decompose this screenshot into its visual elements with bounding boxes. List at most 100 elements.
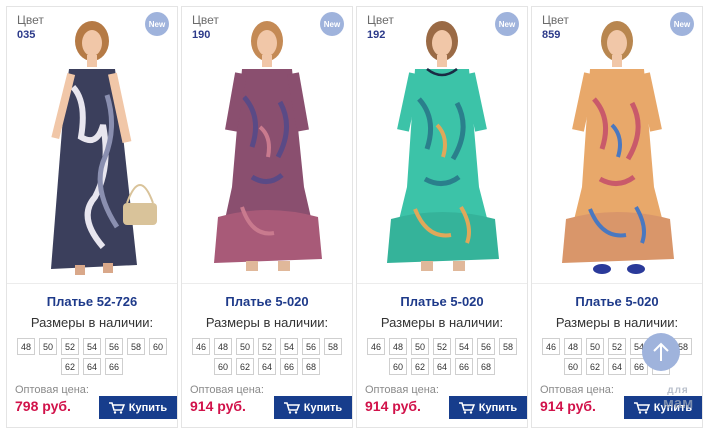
size-option[interactable]: 48	[564, 338, 582, 355]
size-option[interactable]: 52	[608, 338, 626, 355]
divider	[532, 283, 702, 284]
product-photo[interactable]	[357, 7, 527, 283]
color-label: Цвет	[367, 13, 394, 27]
cart-icon	[283, 401, 300, 414]
product-title[interactable]: Платье 52-726	[7, 294, 177, 309]
size-option[interactable]: 62	[586, 358, 604, 375]
size-option[interactable]: 64	[83, 358, 101, 375]
buy-button-label: Купить	[128, 401, 168, 414]
size-option[interactable]: 50	[411, 338, 429, 355]
new-badge: New	[495, 12, 519, 36]
price: 798 руб.	[15, 398, 71, 414]
price-label: Оптовая цена:	[15, 384, 89, 396]
size-list: 48 50 52 54 56 58 60 62 64 66	[9, 338, 175, 375]
arrow-up-icon	[653, 342, 669, 361]
price-label: Оптовая цена:	[540, 384, 614, 396]
price: 914 руб.	[190, 398, 246, 414]
product-grid: Цвет 035 New Платье 52-726 Размеры в нал…	[6, 6, 704, 428]
size-option[interactable]: 60	[564, 358, 582, 375]
size-option[interactable]: 52	[61, 338, 79, 355]
buy-button[interactable]: Купить	[449, 396, 527, 419]
size-option[interactable]: 58	[127, 338, 145, 355]
size-option[interactable]: 50	[39, 338, 57, 355]
color-label: Цвет	[192, 13, 219, 27]
new-badge: New	[320, 12, 344, 36]
product-card[interactable]: Цвет 859 New Платье 5-020 Размеры в нали…	[531, 6, 703, 428]
product-title[interactable]: Платье 5-020	[182, 294, 352, 309]
size-option[interactable]: 66	[455, 358, 473, 375]
color-code: 192	[367, 29, 386, 41]
size-option[interactable]: 54	[83, 338, 101, 355]
size-option[interactable]: 64	[608, 358, 626, 375]
sizes-label: Размеры в наличии:	[205, 315, 329, 330]
product-title[interactable]: Платье 5-020	[357, 294, 527, 309]
product-title[interactable]: Платье 5-020	[532, 294, 702, 309]
size-option[interactable]: 54	[455, 338, 473, 355]
size-option[interactable]: 50	[236, 338, 254, 355]
size-option[interactable]: 68	[477, 358, 495, 375]
cart-icon	[108, 401, 125, 414]
product-photo[interactable]	[182, 7, 352, 283]
sizes-label: Размеры в наличии:	[555, 315, 679, 330]
dress-model-image	[51, 21, 157, 275]
sizes-label: Размеры в наличии:	[30, 315, 154, 330]
size-list: 46 48 50 52 54 56 58 60 62 64 66 68	[359, 338, 525, 375]
size-option[interactable]: 50	[586, 338, 604, 355]
size-option[interactable]: 66	[105, 358, 123, 375]
divider	[357, 283, 527, 284]
price-label: Оптовая цена:	[190, 384, 264, 396]
size-option[interactable]: 48	[214, 338, 232, 355]
cart-icon	[458, 401, 475, 414]
size-option[interactable]: 62	[61, 358, 79, 375]
watermark-logo: для мам	[646, 384, 710, 411]
size-option[interactable]: 48	[17, 338, 35, 355]
buy-button[interactable]: Купить	[99, 396, 177, 419]
color-code: 035	[17, 29, 36, 41]
product-card[interactable]: Цвет 035 New Платье 52-726 Размеры в нал…	[6, 6, 178, 428]
color-label: Цвет	[17, 13, 44, 27]
dress-model-image	[214, 21, 322, 271]
size-option[interactable]: 68	[302, 358, 320, 375]
color-label: Цвет	[542, 13, 569, 27]
product-photo[interactable]	[532, 7, 702, 283]
color-code: 859	[542, 29, 561, 41]
size-option[interactable]: 60	[389, 358, 407, 375]
buy-button-label: Купить	[303, 401, 343, 414]
size-option[interactable]: 56	[105, 338, 123, 355]
size-option[interactable]: 58	[324, 338, 342, 355]
size-option[interactable]: 56	[302, 338, 320, 355]
product-card[interactable]: Цвет 192 New Платье 5-020 Размеры в нали…	[356, 6, 528, 428]
buy-button-label: Купить	[478, 401, 518, 414]
size-option[interactable]: 60	[149, 338, 167, 355]
dress-model-image	[387, 21, 499, 271]
size-option[interactable]: 62	[236, 358, 254, 375]
scroll-top-button[interactable]	[642, 333, 680, 371]
price-label: Оптовая цена:	[365, 384, 439, 396]
size-option[interactable]: 46	[367, 338, 385, 355]
divider	[7, 283, 177, 284]
divider	[182, 283, 352, 284]
size-option[interactable]: 66	[280, 358, 298, 375]
size-option[interactable]: 58	[499, 338, 517, 355]
dress-model-image	[562, 21, 674, 274]
size-option[interactable]: 62	[411, 358, 429, 375]
size-option[interactable]: 52	[433, 338, 451, 355]
size-option[interactable]: 54	[280, 338, 298, 355]
size-option[interactable]: 52	[258, 338, 276, 355]
buy-button[interactable]: Купить	[274, 396, 352, 419]
new-badge: New	[670, 12, 694, 36]
size-option[interactable]: 56	[477, 338, 495, 355]
price: 914 руб.	[365, 398, 421, 414]
product-photo[interactable]	[7, 7, 177, 283]
size-option[interactable]: 48	[389, 338, 407, 355]
new-badge: New	[145, 12, 169, 36]
size-option[interactable]: 64	[258, 358, 276, 375]
size-option[interactable]: 46	[192, 338, 210, 355]
size-option[interactable]: 64	[433, 358, 451, 375]
size-option[interactable]: 46	[542, 338, 560, 355]
price: 914 руб.	[540, 398, 596, 414]
size-list: 46 48 50 52 54 56 58 60 62 64 66 68	[184, 338, 350, 375]
product-card[interactable]: Цвет 190 New Платье 5-020 Размеры в нали…	[181, 6, 353, 428]
size-option[interactable]: 60	[214, 358, 232, 375]
sizes-label: Размеры в наличии:	[380, 315, 504, 330]
